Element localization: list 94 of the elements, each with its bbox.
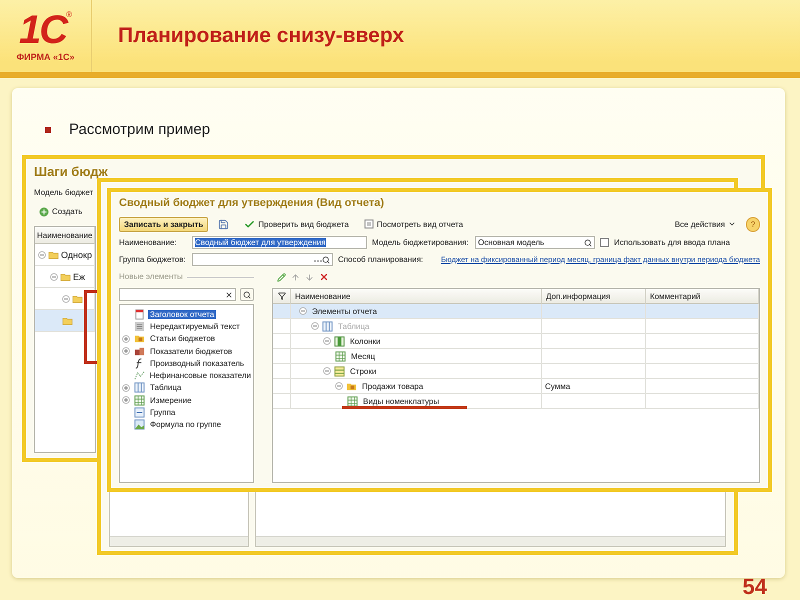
table-cell: Сумма (542, 379, 646, 394)
list-item[interactable]: Статьи бюджетов (120, 332, 253, 345)
expand-icon[interactable] (122, 347, 130, 356)
list-item[interactable]: Таблица (120, 382, 253, 394)
tree-row[interactable]: Элементы отчета (291, 304, 542, 319)
field-label: Наименование: (119, 238, 178, 248)
expand-icon[interactable] (122, 384, 130, 392)
folder-icon (48, 250, 59, 260)
scrollbar[interactable] (256, 536, 725, 546)
group-icon (134, 407, 145, 418)
collapse-icon[interactable] (299, 307, 307, 315)
checkbox-label: Использовать для ввода плана (614, 238, 730, 248)
columns-icon (334, 336, 345, 346)
search-icon (322, 256, 330, 264)
caret-icon (728, 220, 736, 228)
all-actions-button[interactable]: Все действия (670, 216, 741, 232)
report-icon (364, 219, 374, 229)
search-icon (243, 290, 251, 298)
list-item[interactable]: Формула по группе (120, 418, 253, 431)
help-button[interactable]: ? (746, 216, 760, 232)
window-title: Шаги бюдж (34, 164, 108, 181)
section-title: Новые элементы (119, 272, 183, 282)
save-icon (218, 218, 230, 230)
document-icon (134, 308, 145, 320)
list-item[interactable]: Производный показатель (120, 357, 253, 370)
table-row[interactable] (35, 288, 95, 310)
check-icon (244, 218, 256, 230)
up-arrow-icon[interactable] (291, 272, 300, 282)
folder-icon (72, 294, 83, 304)
text-block-icon (134, 320, 145, 332)
expand-icon[interactable] (122, 334, 130, 343)
folder-icon (60, 272, 71, 282)
table-icon (322, 320, 333, 332)
plus-circle-icon (39, 206, 49, 216)
cross-icon[interactable] (319, 272, 329, 282)
group-field[interactable] (192, 253, 333, 266)
list-item[interactable]: Показатели бюджетов (120, 344, 253, 358)
logo-caption: ФИРМА «1С» (16, 52, 75, 62)
page-number: 54 (742, 574, 768, 600)
list-item[interactable]: Измерение (120, 394, 253, 406)
table-row[interactable]: Однокр (35, 244, 95, 266)
column-header[interactable]: Наименование (291, 289, 542, 304)
field-label: Способ планирования: (338, 254, 424, 264)
list-item[interactable]: Нефинансовые показатели (120, 369, 253, 382)
grid-icon (134, 394, 145, 406)
clear-icon[interactable] (225, 290, 233, 298)
logo-mark: 1С (18, 10, 66, 50)
list-item[interactable]: Группа (120, 406, 253, 419)
search-button[interactable] (240, 288, 254, 301)
filter-icon (278, 292, 286, 300)
rows-icon (334, 366, 345, 376)
boxes-icon (134, 346, 145, 357)
table-row[interactable] (35, 310, 95, 332)
down-arrow-icon[interactable] (305, 272, 314, 282)
collapse-icon[interactable] (50, 272, 58, 280)
field-label: Группа бюджетов: (119, 254, 187, 264)
table-icon (134, 382, 145, 394)
table-cell (273, 304, 291, 319)
list-item[interactable]: Нередактируемый текст (120, 320, 253, 333)
checkbox[interactable] (600, 238, 609, 247)
list-item[interactable]: Заголовок отчета (120, 308, 253, 320)
expand-icon[interactable] (122, 396, 130, 404)
row-label: Еж (73, 272, 86, 282)
row-label: Однокр (61, 250, 92, 260)
scrollbar[interactable] (110, 536, 248, 546)
column-header[interactable]: Наименование (35, 227, 95, 244)
column-header[interactable]: Доп.информация (542, 289, 646, 304)
registered-mark: ® (66, 10, 72, 19)
model-field[interactable]: Основная модель (475, 236, 595, 249)
folder-icon (62, 316, 73, 326)
filter-button[interactable] (273, 289, 291, 304)
window-title: Сводный бюджет для утверждения (Вид отчета) (119, 197, 384, 211)
collapse-icon[interactable] (62, 294, 70, 302)
slide-title: Планирование снизу-вверх (118, 24, 404, 48)
ellipsis-icon (314, 258, 322, 262)
toolbar-button[interactable]: Посмотреть вид отчета (358, 216, 468, 232)
bullet-text: Рассмотрим пример (69, 121, 210, 138)
search-field[interactable] (119, 288, 236, 301)
grid-icon (347, 396, 358, 406)
collapse-icon[interactable] (38, 250, 46, 258)
table-row[interactable]: Еж (35, 266, 95, 288)
folder-icon (134, 333, 145, 344)
grid-icon (335, 350, 346, 362)
field-label: Модель бюджет (34, 188, 94, 198)
search-icon (584, 238, 592, 246)
image-icon (134, 419, 145, 430)
create-button[interactable]: Создать (34, 204, 88, 219)
bullet-icon (45, 126, 51, 132)
column-header[interactable]: Комментарий (646, 289, 759, 304)
pencil-icon[interactable] (277, 272, 286, 282)
field-label: Модель бюджетирования: (372, 238, 470, 248)
save-close-button[interactable]: Записать и закрыть (119, 216, 208, 232)
name-field[interactable]: Сводный бюджет для утверждения (192, 236, 367, 249)
toolbar-button[interactable]: Проверить вид бюджета (239, 216, 354, 232)
